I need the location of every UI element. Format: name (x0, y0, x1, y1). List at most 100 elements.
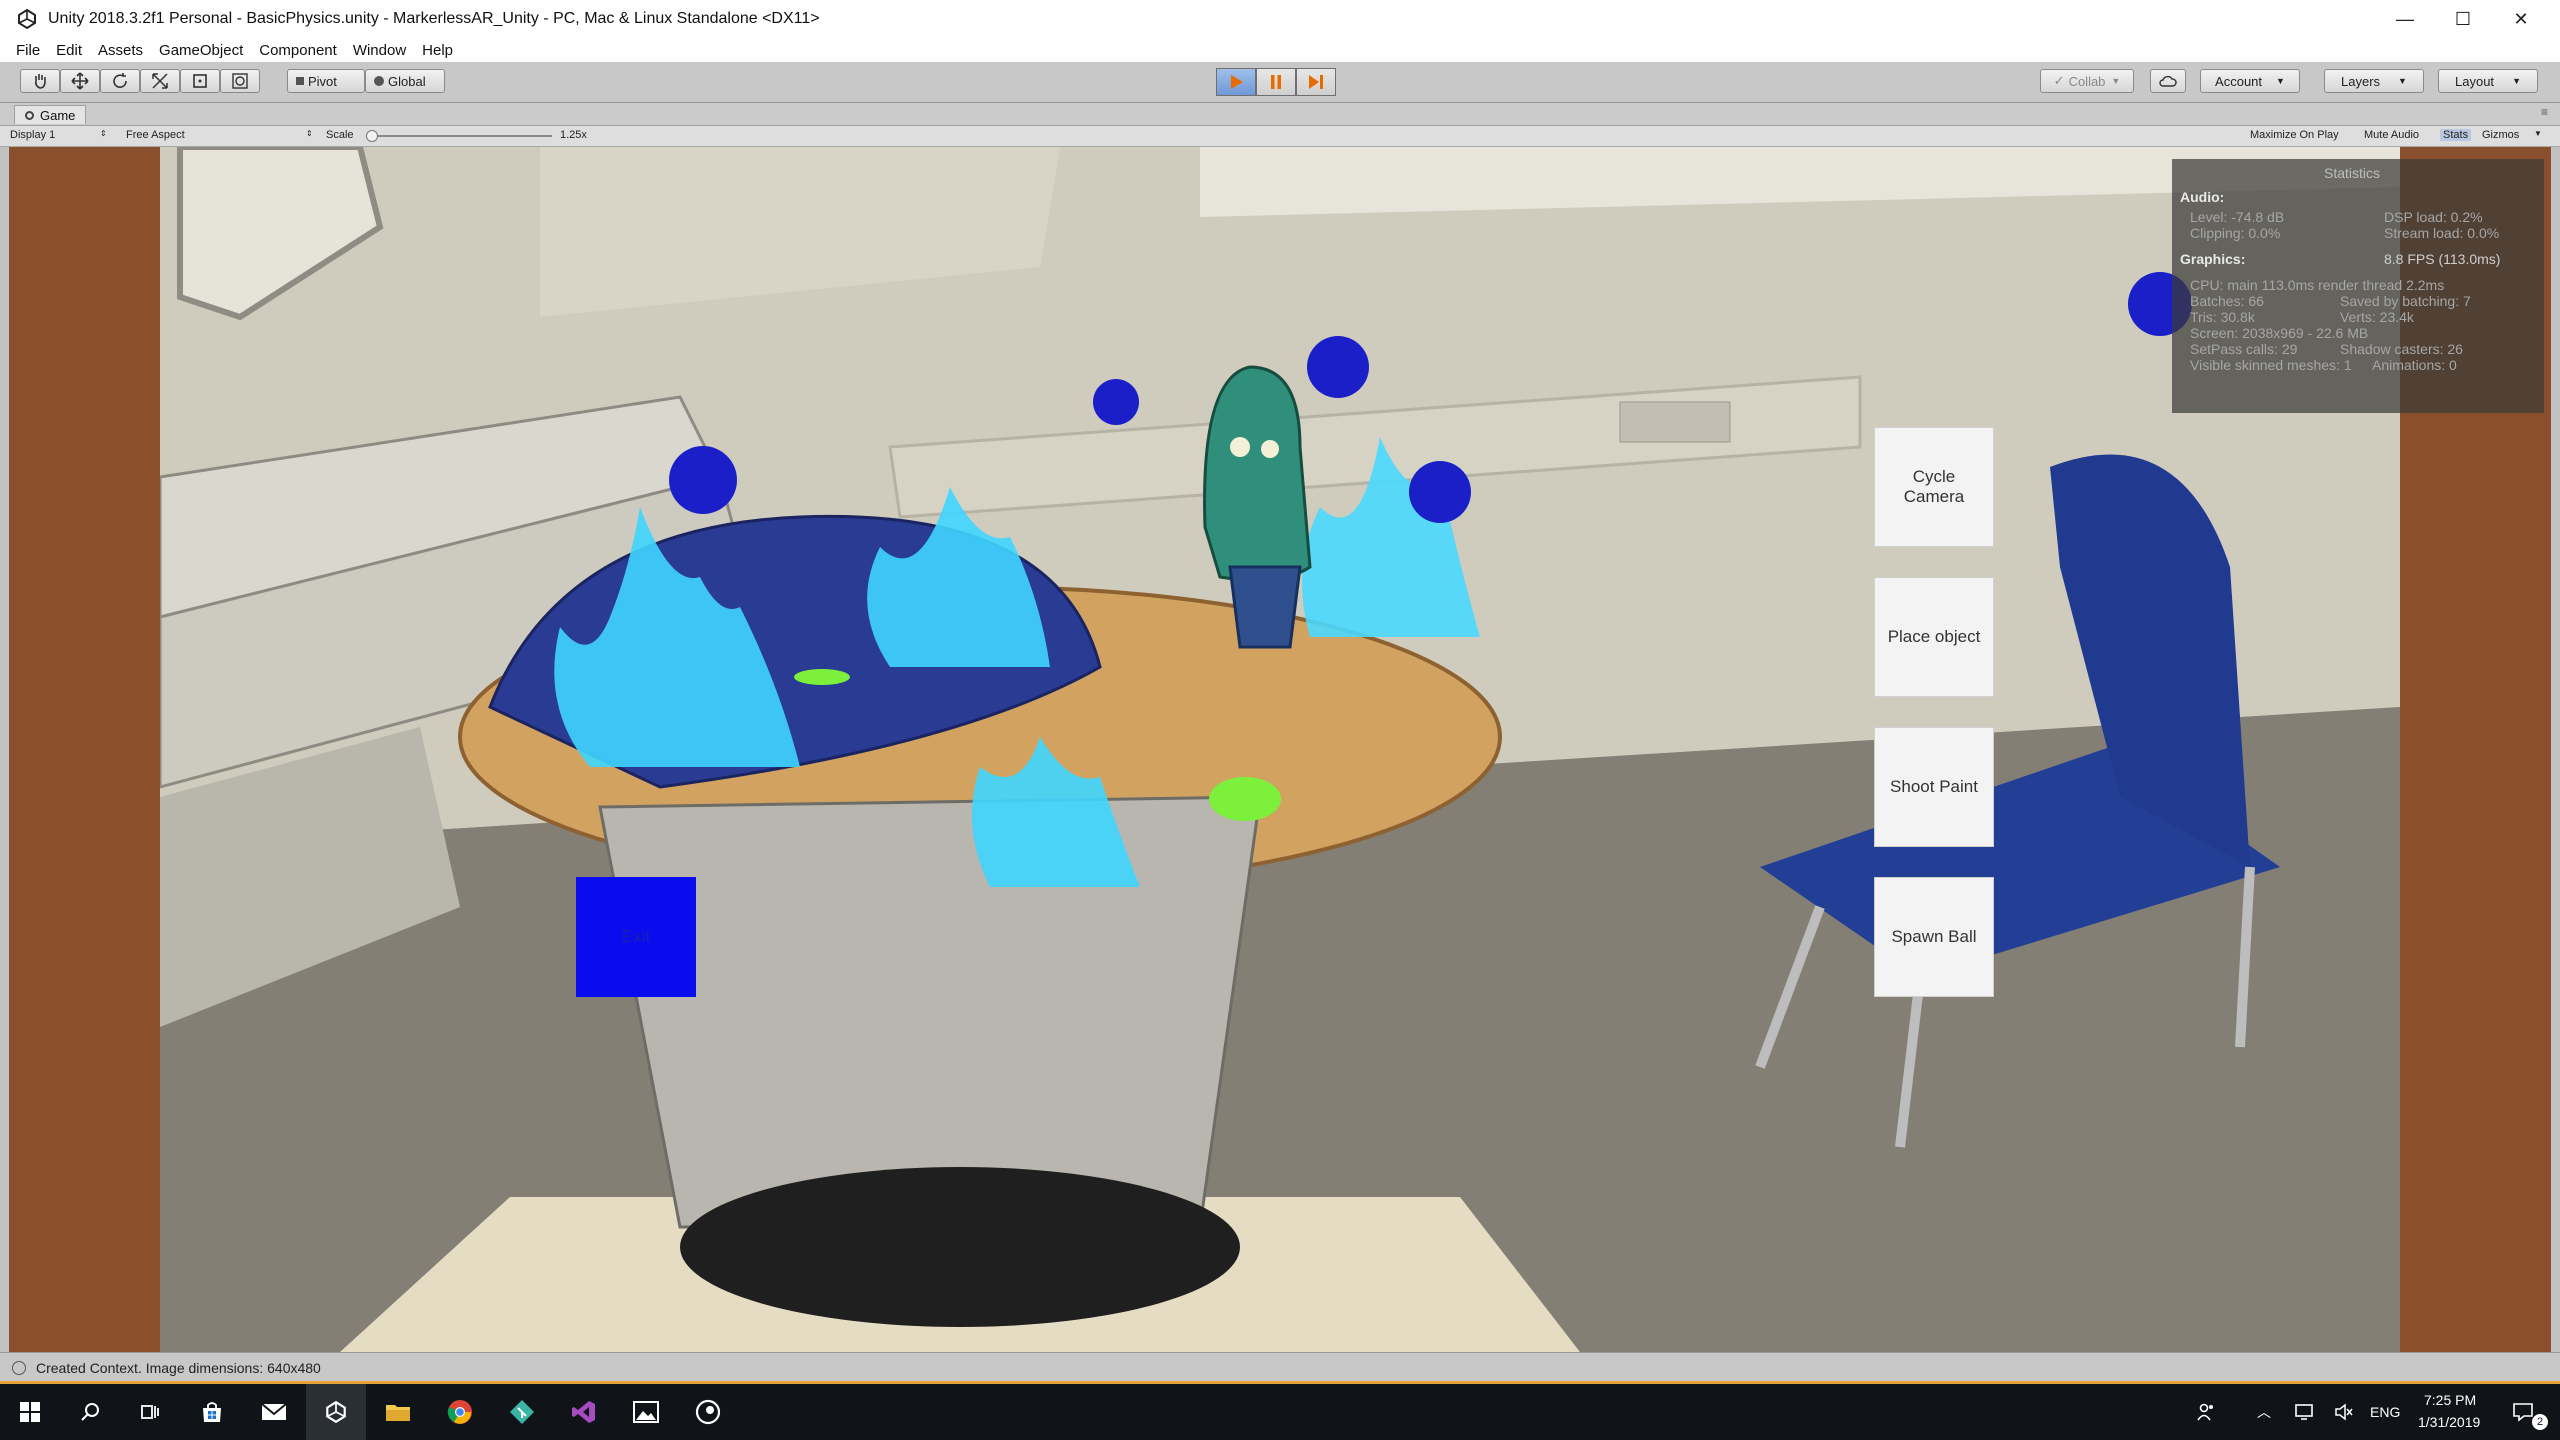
git-app-button[interactable] (492, 1384, 552, 1440)
cactus-character (1203, 365, 1312, 582)
store-app-button[interactable] (182, 1384, 242, 1440)
mute-audio-toggle[interactable]: Mute Audio (2364, 129, 2419, 141)
git-diamond-icon (510, 1400, 534, 1424)
visual-studio-button[interactable] (554, 1384, 614, 1440)
game-view[interactable]: Cycle Camera Place object Shoot Paint Sp… (9, 147, 2551, 1352)
spawn-ball-button[interactable]: Spawn Ball (1874, 877, 1994, 997)
layers-dropdown[interactable]: Layers ▼ (2324, 69, 2424, 93)
mail-app-button[interactable] (244, 1384, 304, 1440)
gizmos-dropdown[interactable]: Gizmos (2482, 129, 2519, 141)
chrome-icon (447, 1400, 472, 1424)
start-button[interactable] (0, 1384, 60, 1440)
stats-toggle[interactable]: Stats (2440, 129, 2472, 141)
rotate-tool-button[interactable] (100, 69, 140, 93)
shadow-casters-readout: Shadow casters: 26 (2340, 341, 2463, 357)
people-button[interactable] (2186, 1384, 2226, 1440)
action-center-button[interactable]: 2 (2498, 1384, 2548, 1440)
menu-component[interactable]: Component (259, 42, 337, 59)
volume-muted-icon (2335, 1403, 2353, 1421)
maximize-on-play-toggle[interactable]: Maximize On Play (2250, 129, 2339, 141)
dsp-load: DSP load: 0.2% (2384, 209, 2483, 225)
statistics-header: Statistics (2324, 165, 2381, 181)
collab-label: Collab (2068, 73, 2106, 89)
language-indicator[interactable]: ENG (2370, 1404, 2400, 1420)
search-button[interactable] (60, 1384, 120, 1440)
scale-slider-track[interactable] (366, 135, 552, 137)
circular-app-icon (695, 1399, 721, 1425)
scale-slider-thumb[interactable] (366, 130, 378, 142)
shoot-paint-button[interactable]: Shoot Paint (1874, 727, 1994, 847)
task-view-icon (141, 1405, 159, 1419)
table-base (680, 1167, 1240, 1327)
paint-splat (1209, 777, 1281, 821)
chevron-down-icon: ▼ (2398, 76, 2407, 86)
place-object-button[interactable]: Place object (1874, 577, 1994, 697)
display-dropdown[interactable]: Display 1 ⇕ (10, 129, 110, 141)
window-title-bar: Unity 2018.3.2f1 Personal - BasicPhysics… (0, 0, 2560, 38)
exit-button[interactable]: Exit (576, 877, 696, 997)
scale-tool-button[interactable] (140, 69, 180, 93)
console-status-bar[interactable]: Created Context. Image dimensions: 640x4… (0, 1352, 2560, 1383)
menu-edit[interactable]: Edit (56, 42, 82, 59)
layout-dropdown[interactable]: Layout ▼ (2438, 69, 2538, 93)
clock-date[interactable]: 1/31/2019 (2418, 1414, 2480, 1430)
layout-label: Layout (2455, 73, 2495, 89)
hand-tool-button[interactable] (20, 69, 60, 93)
photos-icon (633, 1401, 659, 1423)
audio-label: Audio: (2180, 189, 2225, 205)
rect-tool-button[interactable] (180, 69, 220, 93)
file-explorer-button[interactable] (368, 1384, 428, 1440)
mail-icon (261, 1403, 287, 1420)
chevron-updown-icon: ⇕ (100, 129, 107, 138)
network-button[interactable] (2284, 1384, 2324, 1440)
menu-file[interactable]: File (16, 42, 40, 59)
notification-count-badge: 2 (2532, 1414, 2548, 1430)
screen-readout: Screen: 2038x969 - 22.6 MB (2190, 325, 2369, 341)
task-view-button[interactable] (120, 1384, 180, 1440)
show-hidden-icons-button[interactable]: ︿ (2244, 1384, 2284, 1440)
move-tool-button[interactable] (60, 69, 100, 93)
global-icon (374, 76, 384, 86)
move-arrows-icon (71, 72, 89, 90)
tab-game-label: Game (40, 107, 76, 123)
collab-dropdown[interactable]: ✓ Collab ▼ (2040, 69, 2134, 93)
global-toggle[interactable]: Global (365, 69, 445, 93)
collab-check-icon: ✓ (2053, 73, 2065, 88)
cloud-icon (2159, 75, 2177, 87)
menu-help[interactable]: Help (422, 42, 453, 59)
visual-studio-icon (572, 1401, 595, 1423)
tab-menu-icon[interactable]: ≡ (2541, 105, 2548, 119)
windows-taskbar: ︿ ENG 7:25 PM 1/31/2019 2 (0, 1384, 2560, 1440)
cycle-camera-button[interactable]: Cycle Camera (1874, 427, 1994, 547)
scene-illustration (160, 147, 2400, 1352)
stream-load: Stream load: 0.0% (2384, 225, 2500, 241)
menu-window[interactable]: Window (353, 42, 406, 59)
unity-logo-icon (18, 8, 36, 30)
photos-app-button[interactable] (616, 1384, 676, 1440)
cloud-button[interactable] (2150, 69, 2186, 93)
animations-readout: Animations: 0 (2372, 357, 2457, 373)
tab-game[interactable]: Game (14, 105, 87, 124)
step-button[interactable] (1296, 68, 1336, 96)
play-button[interactable] (1216, 68, 1256, 96)
account-dropdown[interactable]: Account ▼ (2200, 69, 2300, 93)
saved-batching-readout: Saved by batching: 7 (2340, 293, 2471, 309)
minimize-button[interactable]: — (2376, 0, 2434, 38)
menu-assets[interactable]: Assets (98, 42, 143, 59)
power-sockets (1619, 401, 1731, 443)
game-tab-header: Game ≡ (0, 103, 2560, 126)
volume-button[interactable] (2324, 1384, 2364, 1440)
maximize-button[interactable]: ☐ (2434, 0, 2492, 38)
close-icon: ✕ (2513, 8, 2529, 29)
chrome-app-button[interactable] (430, 1384, 490, 1440)
unity-app-button[interactable] (306, 1384, 366, 1440)
pause-button[interactable] (1256, 68, 1296, 96)
clock-time[interactable]: 7:25 PM (2424, 1392, 2476, 1408)
step-icon (1309, 75, 1323, 89)
close-button[interactable]: ✕ (2492, 0, 2550, 38)
pivot-toggle[interactable]: Pivot (287, 69, 365, 93)
transform-tool-button[interactable] (220, 69, 260, 93)
aspect-dropdown[interactable]: Free Aspect ⇕ (126, 129, 318, 141)
menu-gameobject[interactable]: GameObject (159, 42, 243, 59)
steam-app-button[interactable] (678, 1384, 738, 1440)
